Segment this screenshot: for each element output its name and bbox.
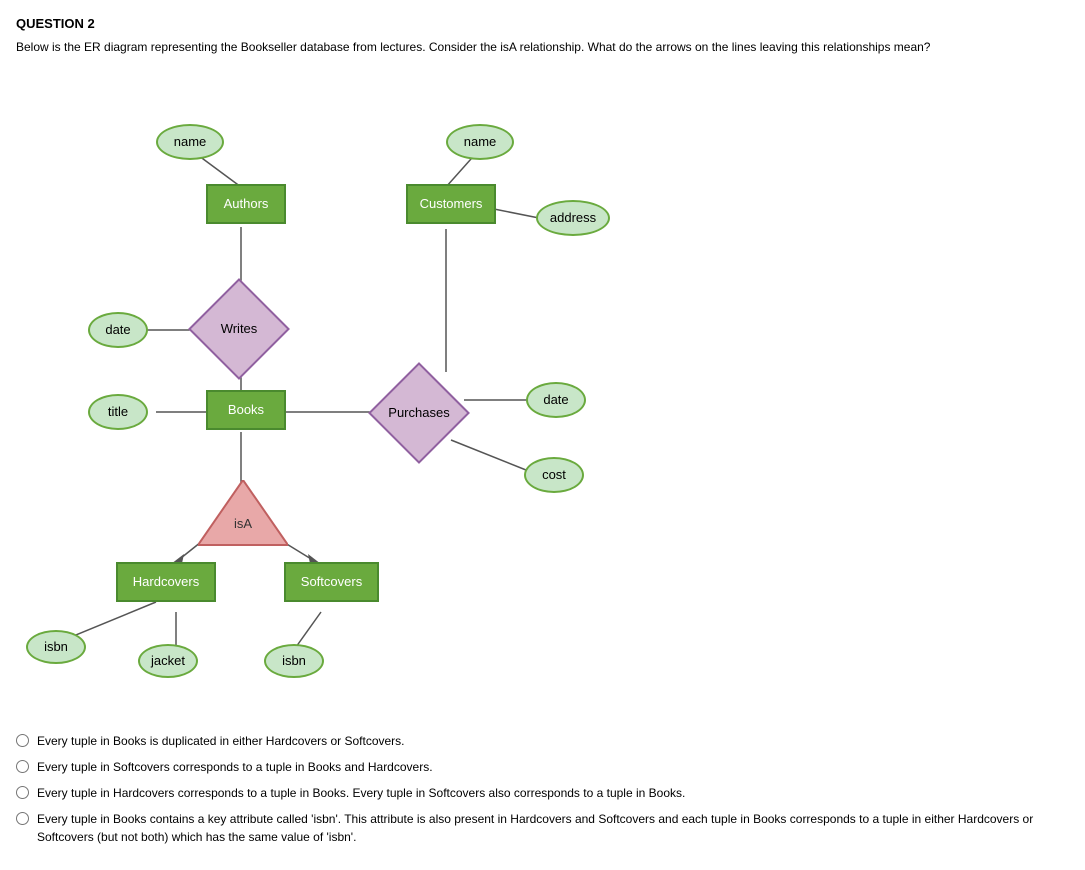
- option-text-3: Every tuple in Hardcovers corresponds to…: [37, 784, 685, 802]
- isa-relationship: isA: [198, 480, 288, 550]
- cost-attribute: cost: [524, 457, 584, 493]
- diagram-lines: [16, 72, 696, 712]
- jacket-attribute: jacket: [138, 644, 198, 678]
- softcovers-entity: Softcovers: [284, 562, 379, 602]
- option-row-3[interactable]: Every tuple in Hardcovers corresponds to…: [16, 784, 1069, 802]
- option-radio-3[interactable]: [16, 786, 29, 799]
- svg-text:isA: isA: [234, 516, 252, 531]
- option-radio-4[interactable]: [16, 812, 29, 825]
- option-radio-2[interactable]: [16, 760, 29, 773]
- er-diagram: name Authors name Customers address date…: [16, 72, 696, 712]
- question-description: Below is the ER diagram representing the…: [16, 39, 1069, 56]
- option-radio-1[interactable]: [16, 734, 29, 747]
- option-row-1[interactable]: Every tuple in Books is duplicated in ei…: [16, 732, 1069, 750]
- isbn2-attribute: isbn: [264, 644, 324, 678]
- books-entity: Books: [206, 390, 286, 430]
- address-attribute: address: [536, 200, 610, 236]
- option-text-2: Every tuple in Softcovers corresponds to…: [37, 758, 433, 776]
- hardcovers-entity: Hardcovers: [116, 562, 216, 602]
- title-attribute: title: [88, 394, 148, 430]
- writes-relationship: Writes: [194, 284, 284, 374]
- isbn1-attribute: isbn: [26, 630, 86, 664]
- authors-entity: Authors: [206, 184, 286, 224]
- option-text-4: Every tuple in Books contains a key attr…: [37, 810, 1069, 846]
- date2-attribute: date: [526, 382, 586, 418]
- option-row-2[interactable]: Every tuple in Softcovers corresponds to…: [16, 758, 1069, 776]
- option-text-1: Every tuple in Books is duplicated in ei…: [37, 732, 405, 750]
- question-title: QUESTION 2: [16, 16, 1069, 31]
- option-row-4[interactable]: Every tuple in Books contains a key attr…: [16, 810, 1069, 846]
- answer-options: Every tuple in Books is duplicated in ei…: [16, 732, 1069, 846]
- purchases-relationship: Purchases: [374, 368, 464, 458]
- name2-attribute: name: [446, 124, 514, 160]
- name1-attribute: name: [156, 124, 224, 160]
- customers-entity: Customers: [406, 184, 496, 224]
- date1-attribute: date: [88, 312, 148, 348]
